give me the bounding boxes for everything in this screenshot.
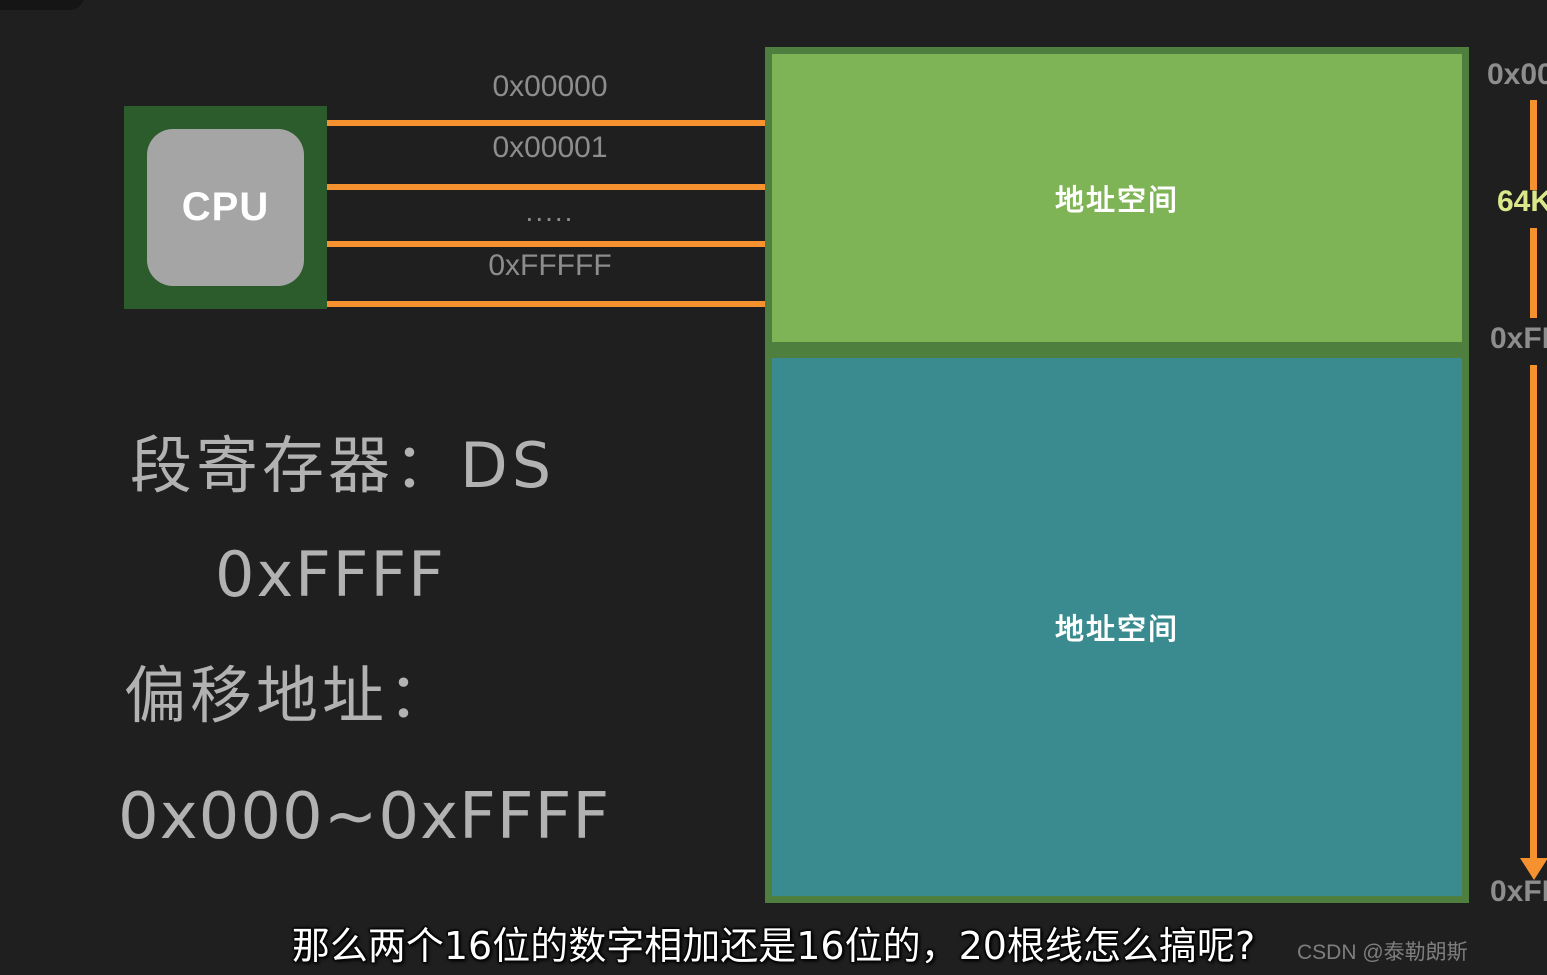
memory-block-upper-label: 地址空间 [1054, 185, 1179, 217]
note-offset-address: 偏移地址： [124, 659, 455, 732]
bus-address-label-3: 0xFFFFF [488, 249, 612, 282]
bus-address-label-1: 0x00001 [492, 131, 608, 164]
range-bar-upper-b [1530, 228, 1537, 318]
range-bar-upper-a [1530, 100, 1537, 190]
slide-canvas: CPU 0x00000 0x00001 ..... 0xFFFFF 地址空间 地… [0, 0, 1547, 975]
bus-address-label-0: 0x00000 [492, 70, 608, 103]
memory-block-lower: 地址空间 [772, 358, 1462, 896]
cpu-core: CPU [147, 129, 304, 286]
range-top-address: 0x00 [1487, 58, 1547, 91]
cpu-label: CPU [181, 185, 270, 229]
bus-address-label-ellipsis: ..... [525, 196, 575, 227]
top-left-artifact [0, 0, 85, 10]
bus-line-2 [327, 184, 767, 190]
memory-frame: 地址空间 地址空间 [765, 47, 1469, 903]
cpu-chip: CPU [124, 106, 327, 309]
note-segment-value: 0xFFFF [215, 538, 446, 611]
bus-line-4 [327, 301, 767, 307]
range-mid-address: 0xFF [1490, 322, 1547, 355]
range-bottom-address: 0xFF [1490, 875, 1547, 908]
memory-block-lower-label: 地址空间 [1054, 614, 1179, 646]
range-size-label: 64K [1497, 185, 1547, 218]
bus-line-1 [327, 120, 767, 126]
bus-line-3 [327, 241, 767, 247]
note-offset-range: 0x000~0xFFFF [118, 780, 611, 854]
csdn-watermark: CSDN @泰勒朗斯 [1297, 941, 1468, 964]
memory-block-upper: 地址空间 [772, 54, 1462, 342]
range-bar-lower [1530, 365, 1537, 860]
note-segment-register: 段寄存器：DS [130, 429, 556, 502]
